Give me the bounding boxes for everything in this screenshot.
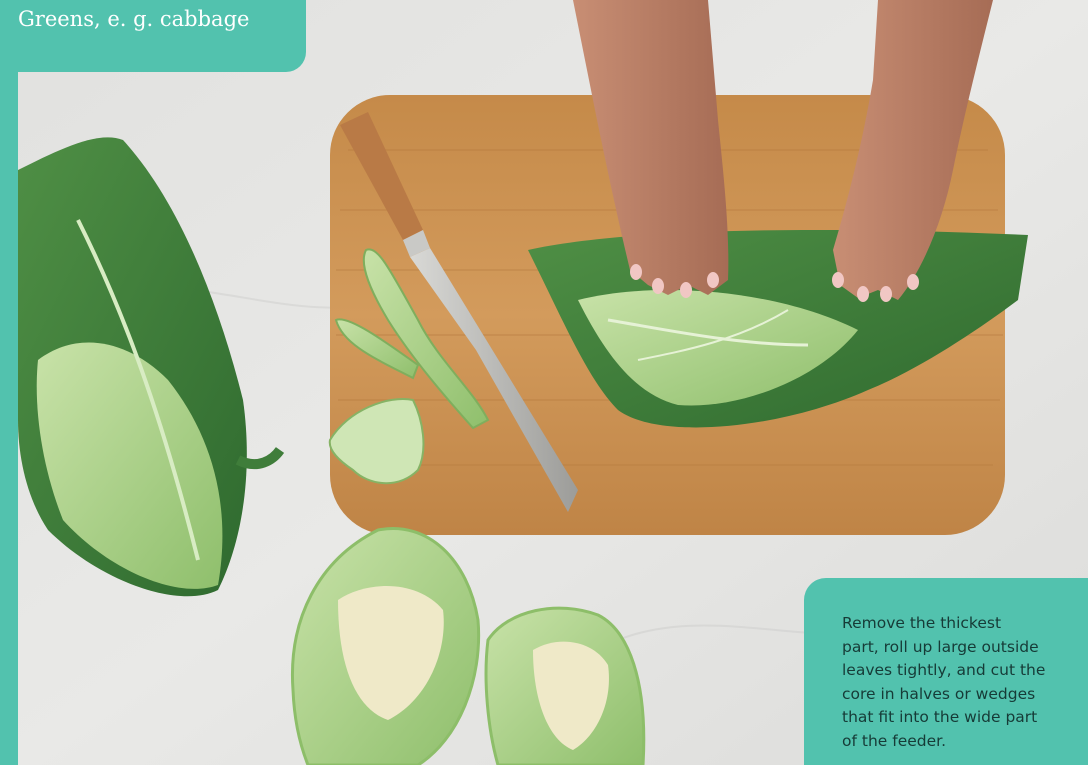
caption-box: Remove the thickest part, roll up large … (804, 578, 1088, 765)
caption-text: Remove the thickest part, roll up large … (842, 614, 1046, 750)
title-badge: Greens, e. g. cabbage (0, 0, 306, 72)
title-label: Greens, e. g. cabbage (18, 7, 250, 31)
